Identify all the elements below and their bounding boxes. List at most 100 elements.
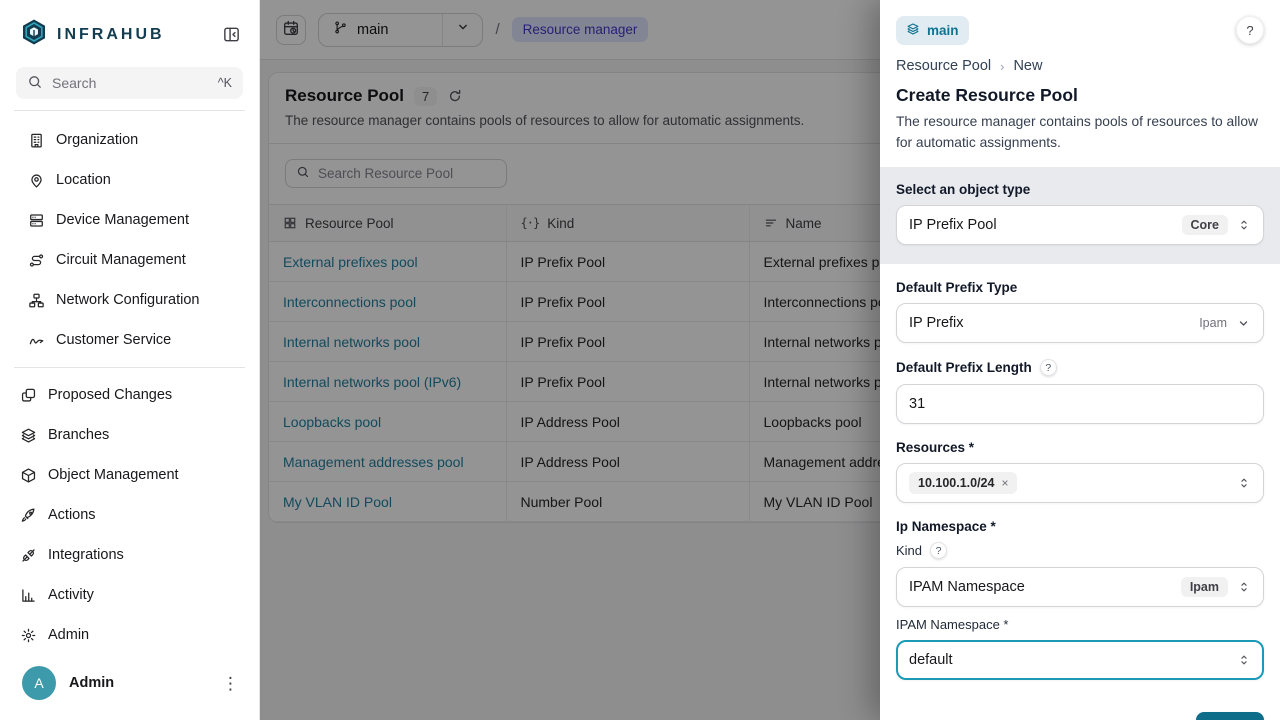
- resource-chip-value: 10.100.1.0/24: [918, 476, 994, 490]
- remove-chip-icon[interactable]: ×: [1001, 476, 1008, 490]
- chevron-right-icon: ›: [1000, 59, 1004, 74]
- sidebar-group-primary: Organization Location Device Management Cir…: [0, 120, 259, 360]
- sidebar: INFRAHUB Search ^K Organization Location D…: [0, 0, 260, 720]
- object-type-badge: Core: [1182, 215, 1228, 235]
- chevrons-up-down-icon: [1237, 218, 1251, 232]
- layers-icon: [906, 22, 920, 39]
- ipam-namespace-label: IPAM Namespace *: [896, 617, 1264, 632]
- ip-namespace-field: Ip Namespace * Kind ? IPAM Namespace Ipa…: [896, 519, 1264, 680]
- chevrons-up-down-icon: [1237, 653, 1251, 667]
- sidebar-item-label: Activity: [48, 587, 94, 603]
- sidebar-item-label: Location: [56, 172, 111, 188]
- drawer-breadcrumb-current: New: [1013, 58, 1042, 74]
- object-type-label: Select an object type: [896, 182, 1264, 197]
- help-icon[interactable]: ?: [930, 542, 947, 559]
- default-prefix-type-label: Default Prefix Type: [896, 280, 1264, 295]
- sidebar-item-branches[interactable]: Branches: [0, 415, 259, 455]
- sidebar-item-customer-service[interactable]: Customer Service: [0, 320, 259, 360]
- sidebar-item-label: Actions: [48, 507, 96, 523]
- chevron-down-icon: [1236, 316, 1251, 331]
- server-icon: [28, 212, 45, 229]
- help-button[interactable]: ?: [1236, 16, 1264, 44]
- logo-text: INFRAHUB: [57, 26, 165, 44]
- ipam-namespace-select[interactable]: default: [896, 640, 1264, 680]
- sidebar-item-integrations[interactable]: Integrations: [0, 535, 259, 575]
- sidebar-item-admin[interactable]: Admin: [0, 615, 259, 654]
- kind-value: IPAM Namespace: [909, 579, 1181, 595]
- plug-icon: [20, 547, 37, 564]
- sidebar-item-activity[interactable]: Activity: [0, 575, 259, 615]
- kind-badge: Ipam: [1181, 577, 1228, 597]
- default-prefix-length-label: Default Prefix Length: [896, 360, 1032, 375]
- sidebar-item-network-configuration[interactable]: Network Configuration: [0, 280, 259, 320]
- drawer-breadcrumb-root[interactable]: Resource Pool: [896, 58, 991, 74]
- map-pin-icon: [28, 172, 45, 189]
- sidebar-item-label: Branches: [48, 427, 109, 443]
- sidebar-item-location[interactable]: Location: [0, 160, 259, 200]
- sidebar-group-secondary: Proposed Changes Branches Object Managemen…: [0, 375, 259, 654]
- resources-multiselect[interactable]: 10.100.1.0/24 ×: [896, 463, 1264, 503]
- building-icon: [28, 132, 45, 149]
- drawer-footer: Save: [880, 712, 1280, 720]
- sidebar-item-label: Object Management: [48, 467, 179, 483]
- chevrons-up-down-icon: [1237, 580, 1251, 594]
- drawer-title: Create Resource Pool: [896, 85, 1264, 106]
- sidebar-item-label: Customer Service: [56, 332, 171, 348]
- infrahub-logo-icon: [20, 18, 48, 51]
- sidebar-nav: Organization Location Device Management Cir…: [0, 111, 259, 654]
- sidebar-item-label: Network Configuration: [56, 292, 199, 308]
- user-name: Admin: [69, 675, 114, 691]
- search-shortcut: ^K: [218, 76, 232, 90]
- rocket-icon: [20, 507, 37, 524]
- layers-icon: [20, 427, 37, 444]
- help-icon[interactable]: ?: [1040, 359, 1057, 376]
- sidebar-item-circuit-management[interactable]: Circuit Management: [0, 240, 259, 280]
- sidebar-item-label: Device Management: [56, 212, 189, 228]
- box-icon: [20, 467, 37, 484]
- default-prefix-length-input[interactable]: 31: [896, 384, 1264, 424]
- route-icon: [28, 252, 45, 269]
- app-root: INFRAHUB Search ^K Organization Location D…: [0, 0, 1280, 720]
- signature-icon: [28, 332, 45, 349]
- user-row: A Admin ⋮: [0, 654, 259, 720]
- drawer-branch-badge[interactable]: main: [896, 16, 969, 45]
- sidebar-item-proposed-changes[interactable]: Proposed Changes: [0, 375, 259, 415]
- drawer-breadcrumb: Resource Pool › New: [896, 58, 1264, 74]
- kind-select[interactable]: IPAM Namespace Ipam: [896, 567, 1264, 607]
- sidebar-collapse-icon[interactable]: [222, 25, 241, 44]
- default-prefix-type-field: Default Prefix Type IP Prefix Ipam: [896, 280, 1264, 343]
- object-type-section: Select an object type IP Prefix Pool Cor…: [880, 167, 1280, 264]
- default-prefix-type-value: IP Prefix: [909, 315, 1199, 331]
- avatar: A: [22, 666, 56, 700]
- sidebar-item-label: Admin: [48, 627, 89, 643]
- drawer-header: main ? Resource Pool › New Create Resour…: [880, 0, 1280, 167]
- search-input[interactable]: Search ^K: [16, 67, 243, 99]
- object-type-select[interactable]: IP Prefix Pool Core: [896, 205, 1264, 245]
- sidebar-item-object-management[interactable]: Object Management: [0, 455, 259, 495]
- sidebar-item-organization[interactable]: Organization: [0, 120, 259, 160]
- ipam-namespace-value: default: [909, 652, 1228, 668]
- sidebar-item-label: Organization: [56, 132, 138, 148]
- logo: INFRAHUB: [20, 18, 165, 51]
- search-icon: [27, 74, 43, 93]
- drawer-description: The resource manager contains pools of r…: [896, 112, 1264, 153]
- resources-label: Resources *: [896, 440, 1264, 455]
- copy-icon: [20, 387, 37, 404]
- ip-namespace-label: Ip Namespace *: [896, 519, 1264, 534]
- default-prefix-type-select[interactable]: IP Prefix Ipam: [896, 303, 1264, 343]
- save-button[interactable]: Save: [1196, 712, 1264, 720]
- hierarchy-icon: [28, 292, 45, 309]
- create-resource-pool-drawer: main ? Resource Pool › New Create Resour…: [880, 0, 1280, 720]
- sidebar-header: INFRAHUB: [0, 0, 259, 63]
- default-prefix-type-suffix: Ipam: [1199, 316, 1227, 330]
- drawer-form: Default Prefix Type IP Prefix Ipam Defau…: [880, 264, 1280, 712]
- sidebar-group-divider: [14, 367, 245, 368]
- search-placeholder: Search: [52, 75, 96, 91]
- user-menu-kebab-icon[interactable]: ⋮: [222, 675, 239, 692]
- chart-icon: [20, 587, 37, 604]
- default-prefix-length-field: Default Prefix Length ? 31: [896, 359, 1264, 424]
- drawer-branch-name: main: [927, 23, 959, 38]
- sidebar-item-actions[interactable]: Actions: [0, 495, 259, 535]
- sidebar-item-device-management[interactable]: Device Management: [0, 200, 259, 240]
- sidebar-item-label: Circuit Management: [56, 252, 186, 268]
